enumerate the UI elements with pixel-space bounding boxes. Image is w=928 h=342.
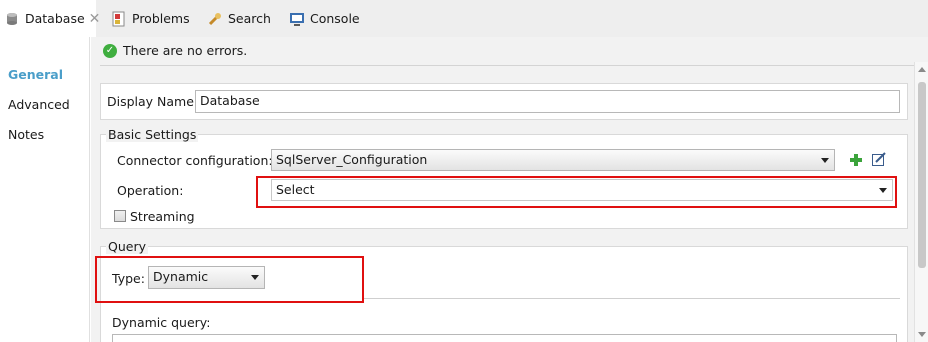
operation-label: Operation:	[117, 183, 184, 198]
scroll-thumb[interactable]	[918, 82, 926, 268]
query-title: Query	[106, 239, 148, 254]
close-icon[interactable]: ✕	[89, 11, 101, 27]
properties-sidebar: General Advanced Notes	[0, 37, 90, 342]
scroll-up-icon[interactable]	[918, 67, 926, 72]
query-type-highlight	[95, 256, 364, 303]
sidebar-item-notes[interactable]: Notes	[8, 127, 44, 142]
dynamic-query-input[interactable]	[112, 334, 897, 342]
operation-highlight	[256, 176, 897, 208]
console-icon	[289, 11, 305, 27]
sidebar-item-advanced[interactable]: Advanced	[8, 97, 70, 112]
streaming-label: Streaming	[130, 209, 195, 224]
tab-problems[interactable]: Problems	[111, 0, 190, 37]
tab-search[interactable]: Search	[207, 0, 271, 37]
tab-console-label: Console	[310, 11, 360, 26]
database-icon	[4, 11, 20, 27]
status-divider	[100, 65, 916, 66]
display-name-input[interactable]: Database	[195, 90, 900, 113]
tab-database-label: Database	[25, 11, 85, 26]
search-icon	[207, 11, 223, 27]
tab-console[interactable]: Console	[289, 0, 360, 37]
connector-configuration-value: SqlServer_Configuration	[276, 152, 428, 167]
streaming-checkbox[interactable]	[114, 210, 126, 222]
basic-settings-title: Basic Settings	[106, 127, 199, 142]
add-connector-button[interactable]	[848, 152, 864, 168]
connector-configuration-label: Connector configuration:	[117, 153, 273, 168]
tab-problems-label: Problems	[132, 11, 190, 26]
display-name-label: Display Name:	[107, 94, 199, 109]
query-separator	[364, 298, 900, 299]
connector-configuration-select[interactable]: SqlServer_Configuration	[271, 149, 835, 171]
tab-database[interactable]: Database ✕	[0, 0, 100, 37]
edit-icon	[872, 152, 886, 166]
editor-tab-bar: Database ✕ Problems Search Console	[0, 0, 928, 37]
sidebar-item-general[interactable]: General	[8, 67, 63, 82]
tab-search-label: Search	[228, 11, 271, 26]
check-circle-icon: ✓	[103, 43, 117, 58]
chevron-down-icon	[821, 158, 829, 163]
scroll-down-icon[interactable]	[918, 332, 926, 337]
dynamic-query-label: Dynamic query:	[112, 315, 211, 330]
validation-status: ✓ There are no errors.	[103, 43, 247, 58]
status-message: There are no errors.	[123, 43, 248, 58]
edit-connector-button[interactable]	[871, 151, 887, 167]
problems-icon	[111, 11, 127, 27]
vertical-scrollbar[interactable]	[914, 62, 928, 342]
